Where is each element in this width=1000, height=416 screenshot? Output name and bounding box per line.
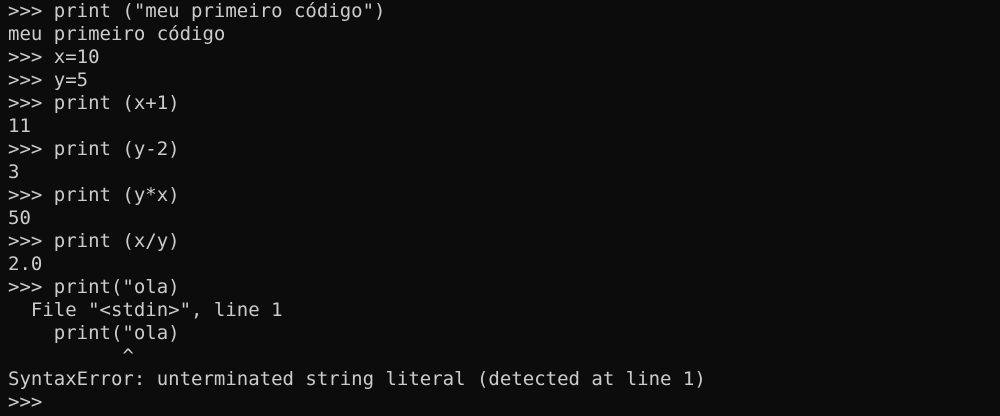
traceback-caret-line: ^ (8, 345, 134, 367)
output-line: 11 (8, 115, 31, 137)
prompt-line: >>> print (x/y) (8, 230, 180, 252)
output-line: 2.0 (8, 253, 43, 275)
traceback-line: print("ola) (8, 322, 180, 344)
traceback-line: File "<stdin>", line 1 (8, 299, 283, 321)
output-line: meu primeiro código (8, 23, 226, 45)
terminal-window[interactable]: >>> print ("meu primeiro código") meu pr… (0, 0, 1000, 416)
prompt-line: >>> print ("meu primeiro código") (8, 0, 386, 22)
prompt-line: >>> print (x+1) (8, 92, 180, 114)
prompt-line: >>> x=10 (8, 46, 100, 68)
output-line: 3 (8, 161, 20, 183)
prompt-line: >>> y=5 (8, 69, 89, 91)
prompt-line: >>> print("ola) (8, 276, 180, 298)
current-prompt-line[interactable]: >>> (8, 391, 1000, 414)
prompt-line: >>> print (y-2) (8, 138, 180, 160)
error-message-line: SyntaxError: unterminated string literal… (8, 368, 706, 390)
current-prompt: >>> (8, 391, 54, 413)
prompt-line: >>> print (y*x) (8, 184, 180, 206)
output-line: 50 (8, 207, 31, 229)
